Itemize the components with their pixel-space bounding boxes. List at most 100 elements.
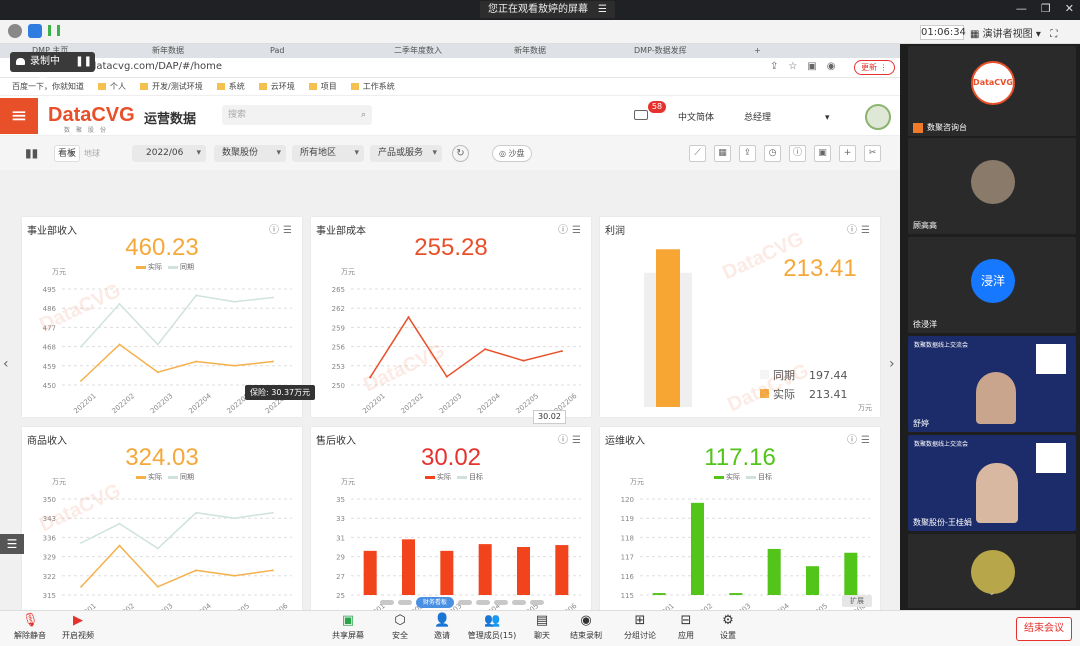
browser-actions[interactable]: ⇪☆▣◉	[770, 61, 846, 72]
user-select[interactable]: 总经理 ▾	[744, 110, 830, 123]
participant-tile[interactable]: DataCVG 数聚咨询台	[908, 46, 1076, 136]
tab[interactable]: 二季年度数入	[382, 44, 442, 58]
add-icon[interactable]: +	[839, 145, 856, 162]
fullscreen-icon[interactable]: ⛶	[1050, 29, 1057, 40]
tab[interactable]: DMP-数据发挥	[622, 44, 687, 58]
recording-indicator[interactable]: 录制中 ❚❚ ■	[10, 52, 95, 87]
page-dot[interactable]	[458, 600, 472, 605]
bookmark-item[interactable]: 开发/测试环境	[140, 81, 203, 92]
unit-label: 万元	[52, 478, 66, 486]
bookmark-item[interactable]: 工作系统	[351, 81, 395, 92]
settings-button[interactable]: ⚙ 设置	[698, 614, 758, 641]
company-select[interactable]: 数聚股份	[214, 145, 286, 162]
region-select[interactable]: 所有地区	[292, 145, 364, 162]
card-maintenance-revenue[interactable]: 运维收入 ⓘ☰ 117.16 实际 目标 万元 115 116 117 118 119 12…	[600, 427, 880, 627]
service-select[interactable]: 产品或服务	[370, 145, 442, 162]
page-dot[interactable]	[380, 600, 394, 605]
shield-icon[interactable]	[28, 24, 42, 38]
y-tick-label: 265	[332, 286, 345, 294]
y-tick-label: 120	[621, 496, 634, 504]
data-point	[233, 364, 236, 367]
share-screen-icon: ▣	[341, 613, 355, 628]
share-screen-button[interactable]: ▣ 共享屏幕	[318, 614, 378, 641]
line-chart-icon[interactable]: ⟋	[689, 145, 706, 162]
close-icon[interactable]: ✕	[1065, 2, 1074, 15]
list-toggle-button[interactable]: ☰	[0, 534, 24, 554]
invite-icon: 👤	[434, 613, 451, 628]
stop-recording-button[interactable]: ◉ 结束录制	[556, 614, 616, 641]
search-input[interactable]: 搜索 ⌕	[222, 105, 372, 125]
page-dot[interactable]	[398, 600, 412, 605]
tab[interactable]: 新年数据	[502, 44, 546, 58]
participant-video-tile[interactable]: 数聚数据线上交流会 数聚股份-王桂娟	[908, 435, 1076, 531]
data-point	[484, 348, 487, 351]
search-icon[interactable]: ⌕	[361, 105, 366, 125]
participant-video-tile[interactable]: 数聚数据线上交流会 舒婷	[908, 336, 1076, 432]
x-tick-label: 202203	[438, 392, 464, 415]
chevron-down-icon: ▾	[825, 113, 830, 123]
update-button[interactable]: 更新 ⋮	[854, 60, 895, 75]
data-point	[195, 360, 198, 363]
next-page-icon[interactable]: ›	[889, 356, 895, 372]
bar	[690, 502, 705, 595]
bookmark-item[interactable]: 系统	[217, 81, 245, 92]
card-value: 255.28	[414, 234, 488, 261]
minimize-icon[interactable]: —	[1016, 2, 1027, 15]
tab-kanban[interactable]: 看板	[54, 145, 80, 163]
table-icon[interactable]: ▦	[714, 145, 731, 162]
y-tick-label: 35	[336, 496, 345, 504]
save-icon[interactable]: ▣	[814, 145, 831, 162]
chevron-down-icon[interactable]: ⌄	[988, 588, 996, 598]
qr-code	[1036, 344, 1066, 374]
expand-button[interactable]: 扩展	[842, 595, 872, 607]
period-select[interactable]: 2022/06	[132, 145, 206, 162]
refresh-icon[interactable]: ↻	[452, 145, 469, 162]
address-bar[interactable]: datacvg.com/DAP/#/home ⇪☆▣◉ 更新 ⋮	[0, 58, 900, 78]
bookmark-item[interactable]: 项目	[309, 81, 337, 92]
restore-icon[interactable]: ❐	[1041, 2, 1051, 15]
pause-icon[interactable]: ❚❚	[75, 56, 92, 67]
members-icon: 👥	[484, 613, 501, 628]
bar	[767, 548, 781, 595]
message-icon[interactable]	[634, 110, 648, 120]
tab-globe[interactable]: 地球	[84, 148, 100, 159]
speaker-view-button[interactable]: ▦ 演讲者视图 ▾ ⛶	[970, 25, 1057, 40]
participant-tile[interactable]: 顾高高	[908, 138, 1076, 234]
tab-kanban-label: 看板	[58, 149, 77, 159]
card-division-cost[interactable]: 事业部成本 ⓘ☰ 255.28 万元 250 253 256 259 262 265 202…	[311, 217, 591, 417]
card-product-revenue[interactable]: 商品收入 324.03 实际同期 万元 31532232933634335020…	[22, 427, 302, 627]
page-dot[interactable]	[476, 600, 490, 605]
bookmark-item[interactable]: 个人	[98, 81, 126, 92]
page-dot[interactable]	[530, 600, 544, 605]
start-video-button[interactable]: ▶ 开启视频	[48, 614, 108, 641]
page-dot[interactable]	[494, 600, 508, 605]
export-icon[interactable]: ⇪	[739, 145, 756, 162]
bar	[805, 566, 820, 595]
sandbox-button[interactable]: ◎ 沙盘	[492, 145, 532, 162]
end-meeting-button[interactable]: 结束会议	[1016, 617, 1072, 641]
language-select[interactable]: 中文简体	[678, 110, 714, 123]
bookmark-item[interactable]: 云环境	[259, 81, 295, 92]
prev-page-icon[interactable]: ‹	[3, 356, 9, 372]
clock-icon[interactable]: ◷	[764, 145, 781, 162]
new-tab-icon[interactable]: +	[742, 44, 761, 58]
menu-icon[interactable]: ☰	[598, 1, 607, 18]
tab[interactable]: Pad	[258, 44, 284, 58]
card-profit[interactable]: 利润 ⓘ☰ 213.41 同期 197.44 实际 213.41 万元 DataCV…	[600, 217, 880, 417]
participant-tile[interactable]: ⌄	[908, 534, 1076, 608]
page-dot[interactable]	[512, 600, 526, 605]
bookmark-item[interactable]: 百度一下，你就知道	[12, 81, 84, 92]
info-icon[interactable]: ⓘ	[789, 145, 806, 162]
notification-badge: 58	[648, 101, 666, 113]
unit-label: 万元	[858, 404, 872, 412]
scissors-icon[interactable]: ✂	[864, 145, 881, 162]
page-dot-active[interactable]: 财务看板	[416, 597, 454, 608]
info-icon[interactable]	[8, 24, 22, 38]
bar	[516, 547, 531, 595]
avatar[interactable]	[865, 104, 891, 130]
tab[interactable]: 新年数据	[140, 44, 184, 58]
hamburger-menu-button[interactable]: ≡	[0, 98, 38, 134]
chart-icon[interactable]: ▮▮	[25, 146, 38, 160]
participant-tile[interactable]: 浸洋 徐浸洋	[908, 237, 1076, 333]
url-text[interactable]: datacvg.com/DAP/#/home	[90, 61, 222, 72]
